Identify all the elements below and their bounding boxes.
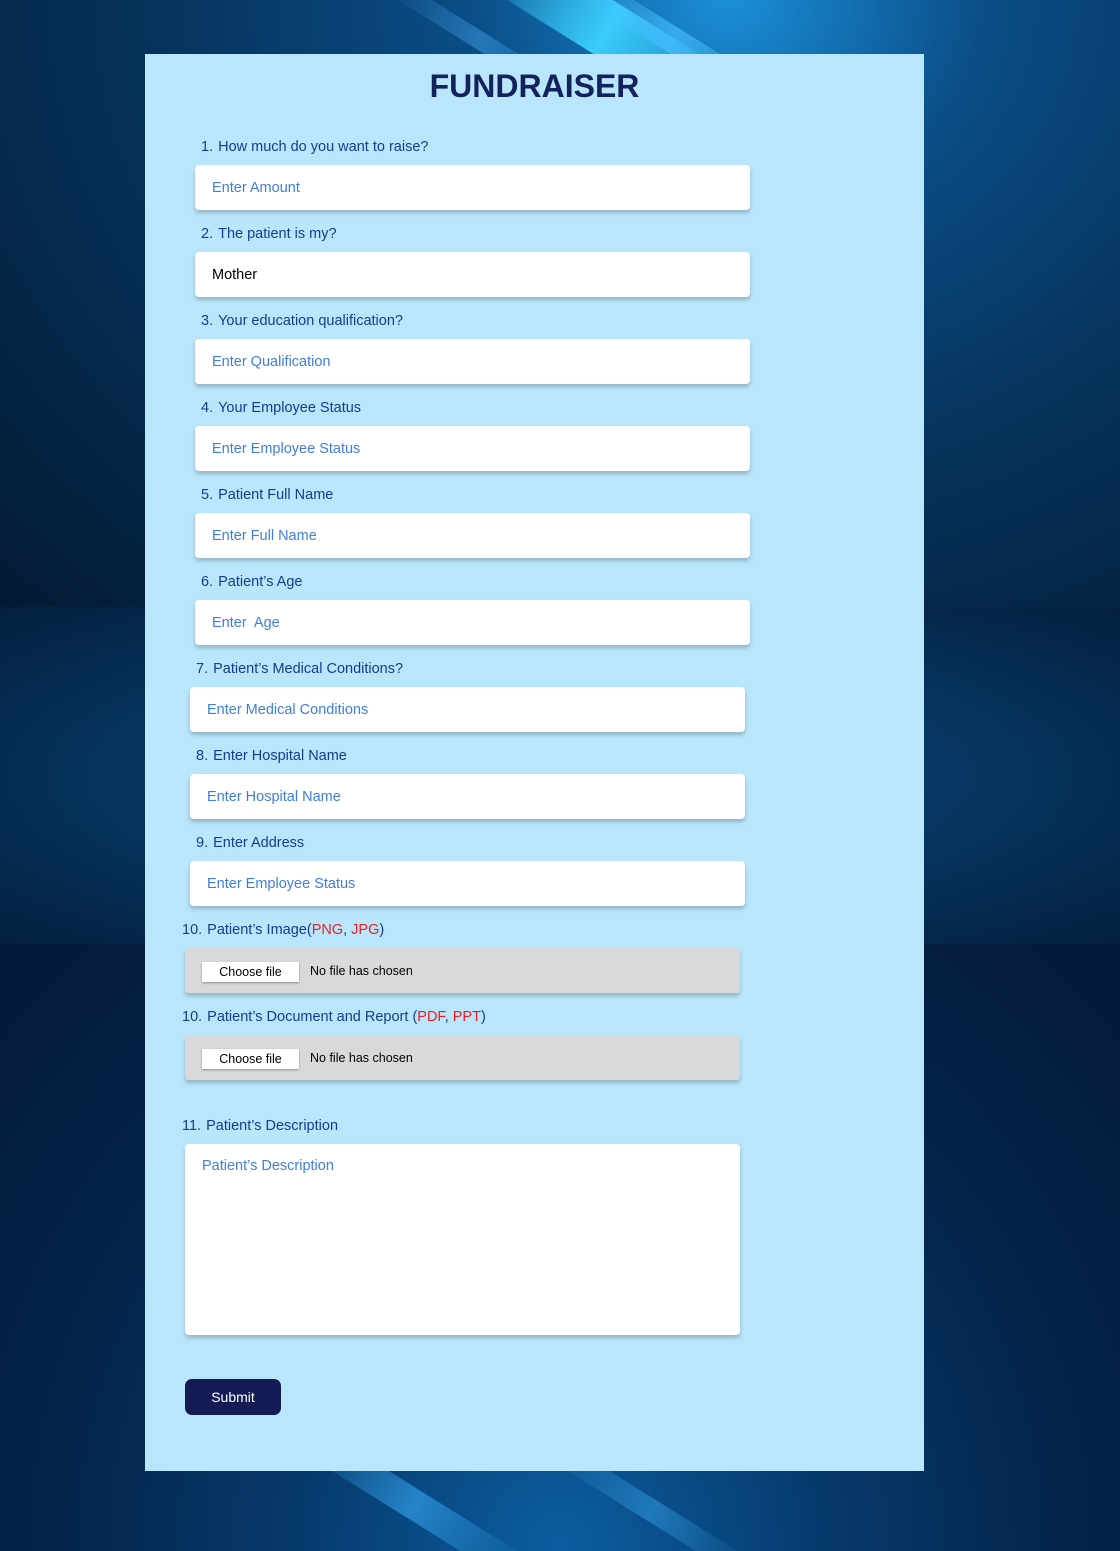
question-qualification-label: 3. Your education qualification? <box>201 313 403 329</box>
question-age-label: 6. Patient’s Age <box>201 574 303 590</box>
hospital-name-input[interactable] <box>190 774 745 819</box>
image-upload-field: Choose file No file has chosen <box>185 948 740 993</box>
question-relation-label: 2. The patient is my? <box>201 226 337 242</box>
choose-document-file-button[interactable]: Choose file <box>202 1049 299 1069</box>
amount-input[interactable] <box>195 165 750 210</box>
question-image-upload-label: 10. Patient’s Image(PNG, JPG) <box>182 922 385 938</box>
full-name-input[interactable] <box>195 513 750 558</box>
document-upload-field: Choose file No file has chosen <box>185 1035 740 1080</box>
address-input[interactable] <box>190 861 745 906</box>
employee-status-input[interactable] <box>195 426 750 471</box>
image-file-status: No file has chosen <box>310 964 413 978</box>
description-textarea[interactable] <box>185 1144 740 1335</box>
question-full-name-label: 5. Patient Full Name <box>201 487 334 503</box>
question-employee-status-label: 4. Your Employee Status <box>201 400 362 416</box>
question-document-upload-label: 10. Patient’s Document and Report (PDF, P… <box>182 1009 486 1025</box>
medical-conditions-input[interactable] <box>190 687 745 732</box>
relation-input[interactable] <box>195 252 750 297</box>
submit-button[interactable]: Submit <box>185 1379 281 1415</box>
question-description-label: 11. Patient’s Description <box>182 1118 339 1134</box>
fundraiser-form-panel: FUNDRAISER 1. How much do you want to rai… <box>145 54 924 1471</box>
age-input[interactable] <box>195 600 750 645</box>
page-title: FUNDRAISER <box>429 68 640 104</box>
question-amount-label: 1. How much do you want to raise? <box>201 139 429 155</box>
qualification-input[interactable] <box>195 339 750 384</box>
question-address-label: 9. Enter Address <box>196 835 305 851</box>
question-medical-conditions-label: 7. Patient’s Medical Conditions? <box>196 661 404 677</box>
document-file-status: No file has chosen <box>310 1051 413 1065</box>
question-hospital-label: 8. Enter Hospital Name <box>196 748 347 764</box>
choose-image-file-button[interactable]: Choose file <box>202 962 299 982</box>
